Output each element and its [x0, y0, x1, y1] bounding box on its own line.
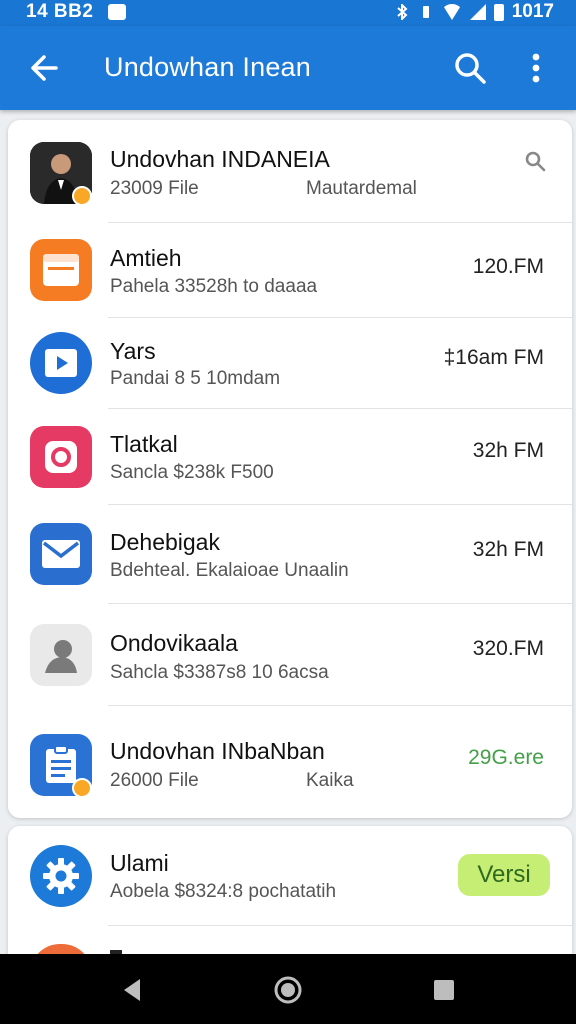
item-subtitle: 23009 File: [110, 178, 199, 199]
item-title: Amtieh: [110, 245, 182, 271]
wifi-icon: [441, 4, 462, 20]
list-item[interactable]: Undovhan INbaNban 26000 File Kaika 29G.e…: [8, 706, 572, 818]
list-item[interactable]: Dehebigak Bdehteal. Ekalaioae Unaalin 32…: [8, 505, 572, 604]
status-time: 14 BB2: [26, 1, 94, 22]
triangle-back-icon: [124, 979, 140, 1001]
list-item[interactable]: Undovhan INDANEIA 23009 File Mautardemal: [8, 120, 572, 223]
item-time: ‡16am FM: [443, 346, 544, 369]
gear-icon: [30, 845, 92, 907]
item-time: 29G.ere: [468, 746, 544, 769]
list-item[interactable]: Amtieh Pahela 33528h to daaaa 120.FM: [8, 223, 572, 318]
item-title: Undovhan INDANEIA: [110, 146, 330, 172]
item-title: Yars: [110, 338, 156, 364]
item-title: Ulami: [110, 850, 169, 876]
item-title: Undovhan INbaNban: [110, 738, 325, 764]
nav-back-button[interactable]: [110, 968, 154, 1012]
more-vert-icon[interactable]: [516, 48, 556, 88]
item-subtitle: Sahcla $3387s8 10 6acsa: [110, 662, 329, 683]
item-title: Ondovikaala: [110, 630, 238, 656]
item-subtitle: 26000 File: [110, 770, 199, 791]
divider: [108, 925, 572, 926]
item-time: 32h FM: [472, 538, 544, 561]
app-bar: Undowhan Inean: [0, 26, 576, 110]
item-time: 120.FM: [472, 255, 544, 278]
list-item[interactable]: Tlatkal Sancla $238k F500 32h FM: [8, 409, 572, 505]
item-subtitle: Pandai 8 5 10mdam: [110, 368, 281, 389]
item-subtitle: Bdehteal. Ekalaioae Unaalin: [110, 560, 349, 581]
item-subtitle: Pahela 33528h to daaaa: [110, 276, 318, 297]
signal-icon: [469, 4, 486, 20]
item-subtitle: Aobela $8324:8 pochatatih: [110, 881, 337, 902]
item-subtitle: Sancla $238k F500: [110, 462, 274, 483]
page-title: Undowhan Inean: [104, 52, 311, 82]
list-item[interactable]: Yars Pandai 8 5 10mdam ‡16am FM: [8, 318, 572, 409]
bluetooth-icon: [397, 4, 408, 20]
play-button-icon: [30, 332, 92, 394]
square-recents-icon: [434, 980, 454, 1000]
status-clock: 1017: [511, 1, 554, 22]
notification-icon: [108, 4, 126, 20]
badge-dot-icon: [72, 186, 92, 206]
status-bar: 14 BB2 1017: [0, 0, 576, 26]
app-list-card: Undovhan INDANEIA 23009 File Mautardemal…: [8, 120, 572, 818]
mail-icon: [30, 523, 92, 585]
vibrate-icon: [422, 6, 429, 18]
nav-home-button[interactable]: [266, 968, 310, 1012]
contact-silhouette-icon: [30, 624, 92, 686]
nav-recents-button[interactable]: [422, 968, 466, 1012]
browser-window-icon: [30, 239, 92, 301]
badge-dot-icon: [72, 778, 92, 798]
item-secondary: Kaika: [306, 770, 354, 791]
item-title: Dehebigak: [110, 529, 220, 555]
item-secondary: Mautardemal: [306, 178, 417, 199]
item-time: 320.FM: [472, 637, 544, 660]
list-item[interactable]: Ondovikaala Sahcla $3387s8 10 6acsa 320.…: [8, 604, 572, 706]
search-icon[interactable]: [524, 150, 546, 172]
back-arrow-icon[interactable]: [24, 48, 64, 88]
status-icons: 1017: [394, 1, 554, 23]
search-icon[interactable]: [450, 48, 490, 88]
battery-icon: [493, 3, 504, 21]
version-button[interactable]: Versi: [458, 854, 550, 896]
item-title: Tlatkal: [110, 431, 178, 457]
system-nav-bar: [0, 954, 576, 1024]
list-item[interactable]: Ulami Aobela $8324:8 pochatatih Versi: [8, 826, 572, 926]
home-circle-icon: [274, 976, 302, 1004]
item-time: 32h FM: [472, 439, 544, 462]
camera-icon: [30, 426, 92, 488]
